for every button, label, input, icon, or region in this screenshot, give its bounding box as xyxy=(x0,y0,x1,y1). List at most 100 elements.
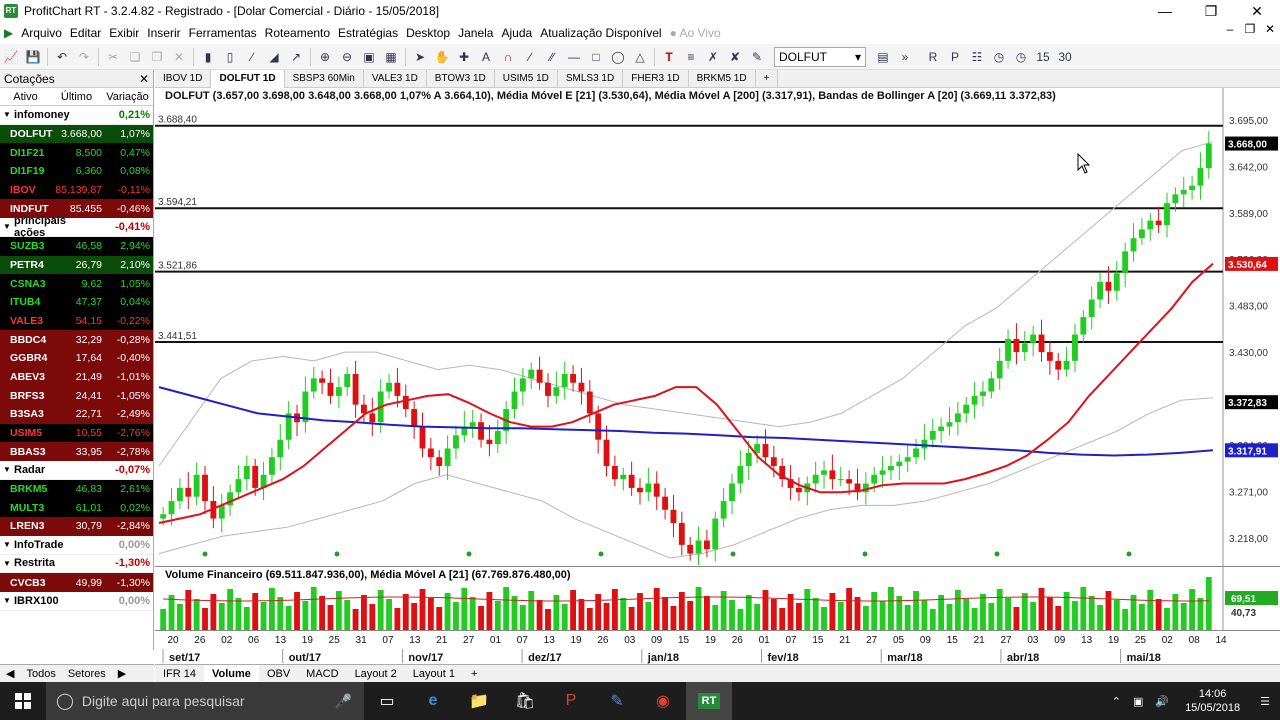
pf-icon[interactable]: P xyxy=(946,48,964,66)
hline-icon[interactable]: — xyxy=(565,48,583,66)
indicator-tab[interactable]: Volume xyxy=(204,664,259,683)
chart-tab[interactable]: + xyxy=(756,69,779,88)
explorer-icon[interactable]: 📁 xyxy=(456,682,502,720)
chart-tab[interactable]: SBSP3 60Min xyxy=(285,69,364,88)
chart-icon[interactable]: 📈 xyxy=(2,48,20,66)
price-chart[interactable]: 3.695,003.642,003.589,003.536,003.483,00… xyxy=(155,88,1280,566)
zoom-out-icon[interactable]: ⊖ xyxy=(338,48,356,66)
quote-row[interactable]: BBAS3 33,95 -2,78% xyxy=(0,442,153,462)
channel-icon[interactable]: ∕∕ xyxy=(543,48,561,66)
powerpoint-icon[interactable]: P xyxy=(548,682,594,720)
redo-icon[interactable]: ↷ xyxy=(75,48,93,66)
col-ativo[interactable]: Ativo xyxy=(0,91,51,103)
quote-row[interactable]: ITUB4 47,37 0,04% xyxy=(0,292,153,312)
area-chart-icon[interactable]: ◢ xyxy=(265,48,283,66)
quote-row[interactable]: GGBR4 17,64 -0,40% xyxy=(0,348,153,368)
paste-icon[interactable]: ❐ xyxy=(148,48,166,66)
menu-atualizacao[interactable]: Atualização Disponível xyxy=(536,26,665,40)
menu-arquivo[interactable]: Arquivo xyxy=(17,26,66,40)
chart-tab[interactable]: IBOV 1D xyxy=(155,69,212,88)
restore-icon[interactable]: ❐ xyxy=(1188,0,1234,22)
indicator-tab[interactable]: Layout 2 xyxy=(347,665,405,683)
child-minimize-icon[interactable]: – xyxy=(1220,22,1240,36)
chevron-up-icon[interactable]: ⌃ xyxy=(1112,695,1121,708)
text-icon[interactable]: T xyxy=(660,48,678,66)
menu-inserir[interactable]: Inserir xyxy=(143,26,184,40)
zoom-fit-icon[interactable]: ▣ xyxy=(360,48,378,66)
quote-row[interactable]: MULT3 61,01 0,02% xyxy=(0,498,153,518)
quote-row[interactable]: VALE3 54,15 -0,22% xyxy=(0,311,153,331)
save-icon[interactable]: 💾 xyxy=(24,48,42,66)
delete-icon[interactable]: ✕ xyxy=(170,48,188,66)
clock-1-icon[interactable]: ◷ xyxy=(990,48,1008,66)
clock-15-icon[interactable]: 15 xyxy=(1034,48,1052,66)
chart-tab[interactable]: FHER3 1D xyxy=(623,69,689,88)
layout-icon[interactable]: ▤ xyxy=(874,48,892,66)
brush-icon[interactable]: ✎ xyxy=(748,48,766,66)
quote-group[interactable]: ▼ infomoney 0,21% xyxy=(0,106,153,125)
indicator-tab[interactable]: OBV xyxy=(259,665,298,683)
quote-row[interactable]: PETR4 26,79 2,10% xyxy=(0,255,153,275)
quote-group[interactable]: ▼ IBRX100 0,00% xyxy=(0,591,153,611)
child-restore-icon[interactable]: ❐ xyxy=(1240,22,1260,36)
indicator-tab[interactable]: + xyxy=(463,665,485,683)
undo-icon[interactable]: ↶ xyxy=(53,48,71,66)
quote-row[interactable]: LREN3 30,79 -2,84% xyxy=(0,517,153,536)
network-icon[interactable]: ▣ xyxy=(1133,695,1143,708)
close-icon[interactable]: ✕ xyxy=(1234,0,1280,22)
menu-editar[interactable]: Editar xyxy=(66,26,105,40)
eraser-icon[interactable]: ✗ xyxy=(704,48,722,66)
quote-group[interactable]: ▼ principais ações -0,41% xyxy=(0,215,153,239)
cursor-icon[interactable]: ➤ xyxy=(411,48,429,66)
quote-group[interactable]: ▼ Restrita -1,30% xyxy=(0,554,153,574)
copy-icon[interactable]: ❏ xyxy=(126,48,144,66)
menu-estrategias[interactable]: Estratégias xyxy=(334,26,402,40)
crosshair-icon[interactable]: ✚ xyxy=(455,48,473,66)
line-chart-icon[interactable]: ∕ xyxy=(243,48,261,66)
grid-icon[interactable]: ▦ xyxy=(382,48,400,66)
col-variacao[interactable]: Variação xyxy=(102,91,153,103)
quote-group[interactable]: ▼ Radar -0,07% xyxy=(0,461,153,480)
rect-icon[interactable]: □ xyxy=(587,48,605,66)
tab-todos[interactable]: Todos xyxy=(20,668,61,680)
chart-tab[interactable]: SMLS3 1D xyxy=(558,69,624,88)
chrome-icon[interactable]: ◉ xyxy=(640,682,686,720)
triangle-icon[interactable]: △ xyxy=(631,48,649,66)
trend-icon[interactable]: ↗ xyxy=(287,48,305,66)
text-tool-icon[interactable]: A xyxy=(477,48,495,66)
quote-row[interactable]: IBOV 85.139,87 -0,11% xyxy=(0,180,153,200)
close-icon[interactable]: ✕ xyxy=(139,72,149,86)
quote-row[interactable]: SUZB3 46,58 2,94% xyxy=(0,236,153,256)
menu-exibir[interactable]: Exibir xyxy=(105,26,143,40)
quote-row[interactable]: DOLFUT 3.668,00 1,07% xyxy=(0,124,153,144)
menu-app-icon[interactable]: ▶ xyxy=(0,26,17,40)
store-icon[interactable]: 🛍 xyxy=(502,682,548,720)
menu-ferramentas[interactable]: Ferramentas xyxy=(185,26,261,40)
cut-icon[interactable]: ✂ xyxy=(104,48,122,66)
replay-icon[interactable]: R xyxy=(924,48,942,66)
quote-row[interactable]: BBDC4 32,29 -0,28% xyxy=(0,330,153,349)
quote-row[interactable]: BRFS3 24,41 -1,05% xyxy=(0,386,153,405)
hand-icon[interactable]: ✋ xyxy=(433,48,451,66)
quote-group[interactable]: ▼ InfoTrade 0,00% xyxy=(0,535,153,555)
quote-row[interactable]: BRKM5 46,83 2,61% xyxy=(0,479,153,499)
quote-row[interactable]: ABEV3 21,49 -1,01% xyxy=(0,367,153,387)
chart-tab[interactable]: USIM5 1D xyxy=(495,69,558,88)
windows-start-icon[interactable] xyxy=(0,682,46,720)
microphone-icon[interactable]: 🎤 xyxy=(335,693,352,710)
menu-ajuda[interactable]: Ajuda xyxy=(497,26,536,40)
chart-tab[interactable]: BRKM5 1D xyxy=(689,69,756,88)
ellipse-icon[interactable]: ◯ xyxy=(609,48,627,66)
menu-janela[interactable]: Janela xyxy=(454,26,497,40)
clock-5-icon[interactable]: ◷ xyxy=(1012,48,1030,66)
quote-row[interactable]: CVCB3 49,99 -1,30% xyxy=(0,573,153,592)
zoom-in-icon[interactable]: ⊕ xyxy=(316,48,334,66)
volume-chart[interactable]: 69,51 40,73 Volume Financeiro (69.511.847… xyxy=(155,566,1280,631)
bar-chart-icon[interactable]: ▯ xyxy=(221,48,239,66)
taskbar-search[interactable]: ◯ Digite aqui para pesquisar 🎤 xyxy=(46,682,364,720)
tab-setores[interactable]: Setores xyxy=(62,668,112,680)
indicator-tab[interactable]: IFR 14 xyxy=(155,665,204,683)
volume-icon[interactable]: 🔊 xyxy=(1155,695,1169,708)
book-icon[interactable]: ☷ xyxy=(968,48,986,66)
profitchart-task-icon[interactable]: RT xyxy=(686,682,732,720)
